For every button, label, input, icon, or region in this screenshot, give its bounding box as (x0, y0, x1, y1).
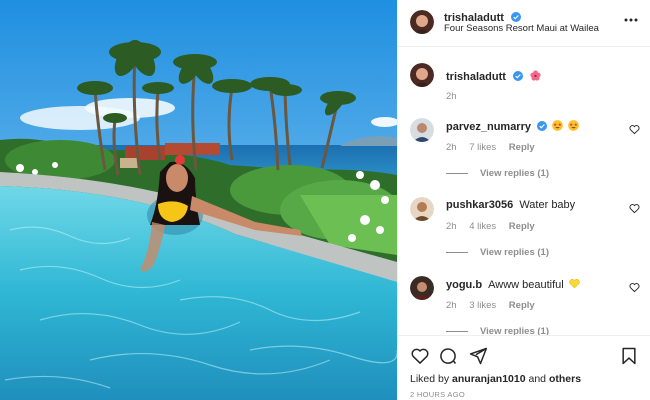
caption-username[interactable]: trishaladutt (446, 71, 506, 83)
post-timestamp[interactable]: 2 HOURS AGO (410, 390, 465, 399)
hibiscus-emoji-icon (530, 70, 541, 81)
more-horizontal-icon[interactable] (623, 12, 639, 28)
caption-time: 2h (446, 91, 457, 102)
reply-button[interactable]: Reply (509, 142, 535, 153)
post-action-bar: Liked by anuranjan1010 and others 2 HOUR… (398, 335, 650, 400)
comment-likes[interactable]: 3 likes (469, 300, 496, 311)
comment-likes[interactable]: 7 likes (469, 142, 496, 153)
comment-text: Awww beautiful (488, 279, 564, 291)
post-header: trishaladutt Four Seasons Resort Maui at… (398, 0, 650, 47)
verified-badge-icon (513, 71, 524, 81)
commenter-username[interactable]: pushkar3056 (446, 199, 513, 211)
star-struck-emoji-icon (568, 120, 580, 131)
replies-divider (446, 173, 468, 174)
comment-text-row: yogu.b Awww beautiful (446, 278, 580, 291)
comment-meta: 2h 4 likes Reply (446, 221, 545, 232)
pool-resort-photo (0, 0, 397, 400)
bookmark-icon[interactable] (619, 346, 639, 366)
comment-like-heart-icon[interactable] (629, 282, 640, 293)
comment-time: 2h (446, 300, 457, 311)
reply-button[interactable]: Reply (509, 221, 535, 232)
comment-icon[interactable] (438, 346, 458, 366)
replies-divider (446, 331, 468, 332)
view-replies-button[interactable]: View replies (1) (446, 168, 549, 179)
view-replies-label: View replies (1) (480, 247, 549, 258)
star-struck-emoji-icon (552, 120, 563, 131)
liked-user-link[interactable]: anuranjan1010 (452, 373, 526, 385)
post-location[interactable]: Four Seasons Resort Maui at Wailea (444, 23, 599, 34)
commenter-username[interactable]: yogu.b (446, 279, 482, 291)
comment-item: parvez_numarry 2h 7 likes Reply View rep… (410, 118, 640, 196)
comment-text-row: pushkar3056 Water baby (446, 199, 575, 211)
verified-badge-icon (537, 121, 548, 131)
comment-item: pushkar3056 Water baby 2h 4 likes Reply … (410, 197, 640, 275)
view-replies-label: View replies (1) (480, 168, 549, 179)
liked-by-text: Liked by anuranjan1010 and others (410, 373, 581, 385)
commenter-avatar[interactable] (410, 118, 434, 142)
commenter-username[interactable]: parvez_numarry (446, 121, 531, 133)
comment-text: Water baby (519, 199, 576, 211)
comment-meta: 2h 7 likes Reply (446, 142, 545, 153)
yellow-heart-emoji-icon (569, 279, 580, 289)
author-avatar[interactable] (410, 10, 434, 34)
comment-meta: 2h 3 likes Reply (446, 300, 545, 311)
caption-avatar[interactable] (410, 63, 434, 87)
liked-others-link[interactable]: others (549, 373, 581, 385)
instagram-post: trishaladutt Four Seasons Resort Maui at… (0, 0, 650, 400)
reply-button[interactable]: Reply (509, 300, 535, 311)
view-replies-button[interactable]: View replies (1) (446, 247, 549, 258)
post-side-panel: trishaladutt Four Seasons Resort Maui at… (397, 0, 650, 400)
heart-icon[interactable] (410, 346, 430, 366)
commenter-avatar[interactable] (410, 197, 434, 221)
liked-and: and (528, 373, 547, 385)
comment-likes[interactable]: 4 likes (469, 221, 496, 232)
post-photo[interactable] (0, 0, 397, 400)
replies-divider (446, 252, 468, 253)
comment-like-heart-icon[interactable] (629, 203, 640, 214)
comment-text-row: parvez_numarry (446, 120, 580, 133)
caption-text-row: trishaladutt (446, 67, 541, 85)
liked-prefix: Liked by (410, 373, 450, 385)
comment-like-heart-icon[interactable] (629, 124, 640, 135)
verified-badge-icon (511, 12, 522, 22)
share-icon[interactable] (468, 346, 488, 366)
commenter-avatar[interactable] (410, 276, 434, 300)
comment-time: 2h (446, 142, 457, 153)
comment-time: 2h (446, 221, 457, 232)
